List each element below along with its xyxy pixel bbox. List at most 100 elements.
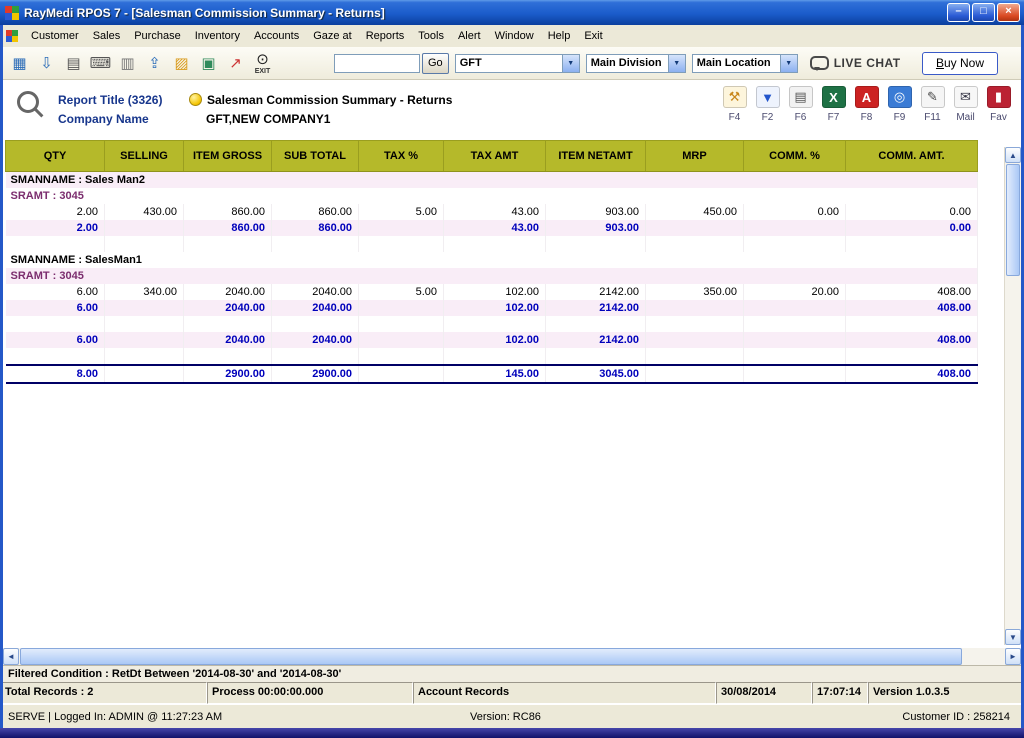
column-header-selling[interactable]: SELLING — [105, 141, 184, 172]
table-cell — [744, 332, 846, 348]
chevron-down-icon[interactable]: ▼ — [780, 55, 797, 72]
action-mail[interactable]: ✉Mail — [949, 86, 982, 123]
live-chat-button[interactable]: LIVE CHAT — [810, 56, 901, 70]
save-icon[interactable]: ⇩ — [33, 50, 60, 77]
action-key-label: F4 — [729, 112, 741, 123]
maximize-button[interactable]: □ — [972, 3, 995, 22]
export-icon[interactable]: ⇪ — [141, 50, 168, 77]
table-cell: 408.00 — [846, 365, 978, 383]
data-row[interactable]: 2.00430.00860.00860.005.0043.00903.00450… — [6, 204, 978, 220]
group-row: SMANNAME : SalesMan1 — [6, 252, 978, 268]
menu-item-exit[interactable]: Exit — [577, 27, 609, 45]
total-row[interactable]: 6.002040.002040.00102.002142.00408.00 — [6, 332, 978, 348]
table-cell — [444, 348, 546, 365]
menu-item-alert[interactable]: Alert — [451, 27, 488, 45]
status-cell-5: Version 1.0.3.5 — [868, 682, 1024, 704]
data-row[interactable]: 6.00340.002040.002040.005.00102.002142.0… — [6, 284, 978, 300]
go-button[interactable]: Go — [422, 53, 449, 74]
table-cell — [546, 316, 646, 332]
column-header-comm-[interactable]: COMM. % — [744, 141, 846, 172]
vertical-scrollbar[interactable]: ▲ ▼ — [1004, 147, 1021, 645]
menu-item-sales[interactable]: Sales — [86, 27, 128, 45]
location-select[interactable]: Main Location ▼ — [692, 54, 798, 73]
table-cell: 2040.00 — [184, 332, 272, 348]
column-header-mrp[interactable]: MRP — [646, 141, 744, 172]
table-cell — [272, 316, 359, 332]
report-table: QTYSELLINGITEM GROSSSUB TOTALTAX %TAX AM… — [5, 140, 978, 384]
column-header-comm-amt-[interactable]: COMM. AMT. — [846, 141, 978, 172]
group-label: SMANNAME : Sales Man2 — [6, 172, 978, 189]
table-cell — [444, 316, 546, 332]
menu-item-accounts[interactable]: Accounts — [247, 27, 306, 45]
total-row[interactable]: 2.00860.00860.0043.00903.000.00 — [6, 220, 978, 236]
title-bar: RayMedi RPOS 7 - [Salesman Commission Su… — [0, 0, 1024, 25]
chevron-down-icon[interactable]: ▼ — [668, 55, 685, 72]
table-cell: 6.00 — [6, 284, 105, 300]
table-cell — [105, 348, 184, 365]
scroll-left-icon[interactable]: ◄ — [3, 648, 19, 665]
chevron-down-icon[interactable]: ▼ — [562, 55, 579, 72]
menu-item-purchase[interactable]: Purchase — [127, 27, 187, 45]
calculator-icon[interactable]: ⌨ — [87, 50, 114, 77]
action-f9[interactable]: ◎F9 — [883, 86, 916, 123]
total-row[interactable]: 6.002040.002040.00102.002142.00408.00 — [6, 300, 978, 316]
buy-now-button[interactable]: Buy Now — [922, 52, 998, 75]
report-header: Report Title (3326) Salesman Commission … — [3, 80, 1021, 141]
company-select[interactable]: GFT ▼ — [455, 54, 580, 73]
chart-icon[interactable]: ↗ — [222, 50, 249, 77]
division-select[interactable]: Main Division ▼ — [586, 54, 686, 73]
menu-item-tools[interactable]: Tools — [411, 27, 451, 45]
menu-item-reports[interactable]: Reports — [359, 27, 412, 45]
column-header-tax-amt[interactable]: TAX AMT — [444, 141, 546, 172]
menu-item-gaze-at[interactable]: Gaze at — [306, 27, 359, 45]
action-fav[interactable]: ▮Fav — [982, 86, 1015, 123]
toolbar-icons: ▦⇩▤⌨▥⇪▨▣↗⊙EXIT — [6, 50, 276, 77]
action-f6[interactable]: ▤F6 — [784, 86, 817, 123]
notepad-icon[interactable]: ▥ — [114, 50, 141, 77]
table-cell: 2040.00 — [272, 300, 359, 316]
scroll-right-icon[interactable]: ► — [1005, 648, 1021, 665]
menu-item-help[interactable]: Help — [541, 27, 578, 45]
scroll-up-icon[interactable]: ▲ — [1005, 147, 1021, 163]
menu-item-customer[interactable]: Customer — [24, 27, 86, 45]
display-icon[interactable]: ▣ — [195, 50, 222, 77]
action-f7[interactable]: XF7 — [817, 86, 850, 123]
application-window: RayMedi RPOS 7 - [Salesman Commission Su… — [0, 0, 1024, 738]
status-cell-2: Account Records — [413, 682, 716, 704]
search-input[interactable] — [334, 54, 420, 73]
column-header-item-gross[interactable]: ITEM GROSS — [184, 141, 272, 172]
action-f2[interactable]: ▼F2 — [751, 86, 784, 123]
table-cell: 43.00 — [444, 204, 546, 220]
horizontal-scrollbar[interactable]: ◄ ► — [3, 648, 1021, 665]
action-key-label: F8 — [861, 112, 873, 123]
close-button[interactable]: × — [997, 3, 1020, 22]
table-cell — [744, 236, 846, 252]
action-f11[interactable]: ✎F11 — [916, 86, 949, 123]
scroll-down-icon[interactable]: ▼ — [1005, 629, 1021, 645]
table-cell — [272, 348, 359, 365]
search-icon[interactable] — [17, 91, 39, 113]
vertical-scrollbar-thumb[interactable] — [1006, 164, 1020, 276]
grandtotal-row[interactable]: 8.002900.002900.00145.003045.00408.00 — [6, 365, 978, 383]
table-cell: 408.00 — [846, 284, 978, 300]
exit-icon[interactable]: ⊙EXIT — [249, 50, 276, 77]
menu-item-window[interactable]: Window — [488, 27, 541, 45]
menu-logo-icon — [6, 30, 18, 42]
table-cell — [744, 365, 846, 383]
horizontal-scrollbar-thumb[interactable] — [20, 648, 962, 665]
table-cell: 102.00 — [444, 332, 546, 348]
folder-icon[interactable]: ▨ — [168, 50, 195, 77]
action-f8[interactable]: AF8 — [850, 86, 883, 123]
menu-item-inventory[interactable]: Inventory — [188, 27, 247, 45]
minimize-button[interactable]: – — [947, 3, 970, 22]
table-cell: 3045.00 — [546, 365, 646, 383]
column-header-tax-[interactable]: TAX % — [359, 141, 444, 172]
column-header-sub-total[interactable]: SUB TOTAL — [272, 141, 359, 172]
table-view-icon[interactable]: ▦ — [6, 50, 33, 77]
action-f4[interactable]: ⚒F4 — [718, 86, 751, 123]
column-header-qty[interactable]: QTY — [6, 141, 105, 172]
print-icon[interactable]: ▤ — [60, 50, 87, 77]
column-header-item-netamt[interactable]: ITEM NETAMT — [546, 141, 646, 172]
table-cell — [646, 365, 744, 383]
action-key-label: F9 — [894, 112, 906, 123]
